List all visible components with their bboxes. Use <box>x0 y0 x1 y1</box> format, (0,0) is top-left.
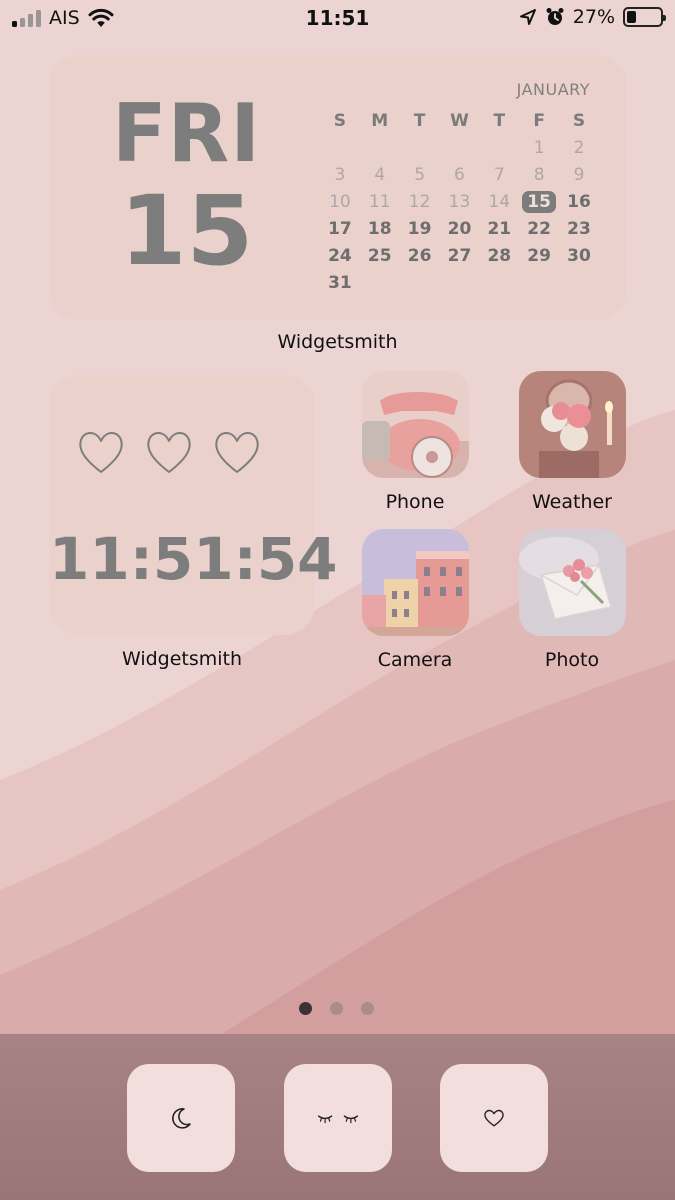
calendar-week-row: 12 <box>320 134 599 161</box>
clock-time: 11:51:54 <box>49 525 338 593</box>
calendar-day: 8 <box>533 164 545 185</box>
month-name: JANUARY <box>516 80 590 99</box>
battery-percentage: 27% <box>572 6 615 28</box>
calendar-day: 25 <box>367 245 392 266</box>
page-dot[interactable] <box>299 1002 312 1015</box>
location-arrow-icon <box>519 9 536 25</box>
app-label-photo: Photo <box>544 649 600 671</box>
calendar-day: 31 <box>328 272 352 293</box>
calendar-weekday-label: T <box>493 110 506 131</box>
dock-app-eyes[interactable] <box>284 1064 392 1172</box>
calendar-day: 19 <box>407 218 432 239</box>
heart-icon <box>147 432 191 473</box>
calendar-day: 3 <box>334 164 346 185</box>
page-dot[interactable] <box>330 1002 343 1015</box>
calendar-weekday-label: S <box>333 110 347 131</box>
alarm-clock-icon <box>546 8 564 25</box>
calendar-day: 9 <box>573 164 585 185</box>
page-dot[interactable] <box>361 1002 374 1015</box>
weekday: FRI <box>111 87 261 180</box>
calendar-day: 12 <box>408 191 431 212</box>
calendar-day: 30 <box>567 245 591 266</box>
calendar-day: 29 <box>527 245 551 266</box>
calendar-day: 10 <box>329 191 351 212</box>
heart-icon <box>79 432 123 473</box>
calendar-day: 13 <box>448 191 471 212</box>
calendar-week-row: 31 <box>320 269 599 296</box>
app-weather[interactable]: Weather <box>517 371 627 513</box>
app-camera[interactable]: Camera <box>360 529 470 671</box>
clock-widget-label: Widgetsmith <box>121 648 243 670</box>
dock-app-heart[interactable] <box>440 1064 548 1172</box>
calendar-day: 17 <box>328 218 352 239</box>
calendar-week-row: 10 11 12 13 14 15 16 <box>320 188 599 215</box>
calendar-weekday-header: SMTWTFS <box>320 107 599 134</box>
calendar-day: 24 <box>328 245 352 266</box>
calendar-day-today: 15 <box>519 190 559 213</box>
app-photo[interactable]: Photo <box>517 529 627 671</box>
status-bar: AIS 11:51 27% <box>0 0 675 38</box>
battery-icon <box>623 7 666 27</box>
calendar-week-row: 3 4 5 6 7 8 9 <box>320 161 599 188</box>
day-number: 15 <box>119 175 254 287</box>
calendar-weekday-label: S <box>572 110 586 131</box>
clock-widget[interactable]: 11:51:54 <box>49 375 338 635</box>
calendar-day: 26 <box>407 245 432 266</box>
calendar-day: 7 <box>493 164 505 185</box>
calendar-day: 2 <box>573 137 585 158</box>
dock <box>0 1034 675 1200</box>
calendar-day: 6 <box>454 164 465 185</box>
app-label-weather: Weather <box>532 491 612 513</box>
calendar-day: 4 <box>374 164 386 185</box>
calendar-week-row: 24 25 26 27 28 29 30 <box>320 242 599 269</box>
calendar-day: 21 <box>487 218 512 239</box>
calendar-day: 20 <box>447 218 472 239</box>
calendar-day: 27 <box>447 245 472 266</box>
calendar-day: 18 <box>367 218 392 239</box>
app-label-phone: Phone <box>385 491 445 513</box>
pink-buildings-photo-icon <box>361 529 469 636</box>
calendar-day: 5 <box>414 164 426 185</box>
closed-eyes-icon <box>317 1115 359 1124</box>
calendar-day: 23 <box>567 218 591 239</box>
heart-icon <box>484 1109 504 1127</box>
calendar-day: 1 <box>533 137 545 158</box>
calendar-day: 22 <box>527 218 551 239</box>
hearts-row <box>76 427 262 477</box>
calendar-week-row: 17 18 19 20 21 22 23 <box>320 215 599 242</box>
calendar-weekday-label: F <box>533 110 545 131</box>
app-label-camera: Camera <box>377 649 453 671</box>
heart-icon <box>215 432 259 473</box>
calendar-weekday-label: W <box>450 110 469 131</box>
moon-icon <box>172 1108 191 1129</box>
calendar-day: 28 <box>487 245 512 266</box>
calendar-day: 11 <box>368 191 391 212</box>
calendar-day: 14 <box>488 191 511 212</box>
flower-envelope-photo-icon <box>518 529 626 636</box>
page-indicator[interactable] <box>299 1002 374 1015</box>
roses-mirror-photo-icon <box>518 371 626 478</box>
calendar-day-today-number: 15 <box>522 190 556 213</box>
calendar-widget-label: Widgetsmith <box>277 331 398 353</box>
calendar-weekday-label: M <box>371 110 389 131</box>
calendar-grid: S M T W T F S 1 2 3 4 5 6 7 8 9 10 11 12 13 14 15 16 17 18 19 20 21… <box>320 107 599 296</box>
dock-app-moon[interactable] <box>127 1064 235 1172</box>
rotary-phone-photo-icon <box>361 371 469 478</box>
calendar-weekday-label: T <box>413 110 426 131</box>
app-phone[interactable]: Phone <box>360 371 470 513</box>
calendar-widget[interactable]: FRI 15 JANUARY S M T W T F S 1 2 3 4 5 6 7 8 9 10 11 12 13 1… <box>49 55 627 320</box>
calendar-day: 16 <box>567 191 591 212</box>
